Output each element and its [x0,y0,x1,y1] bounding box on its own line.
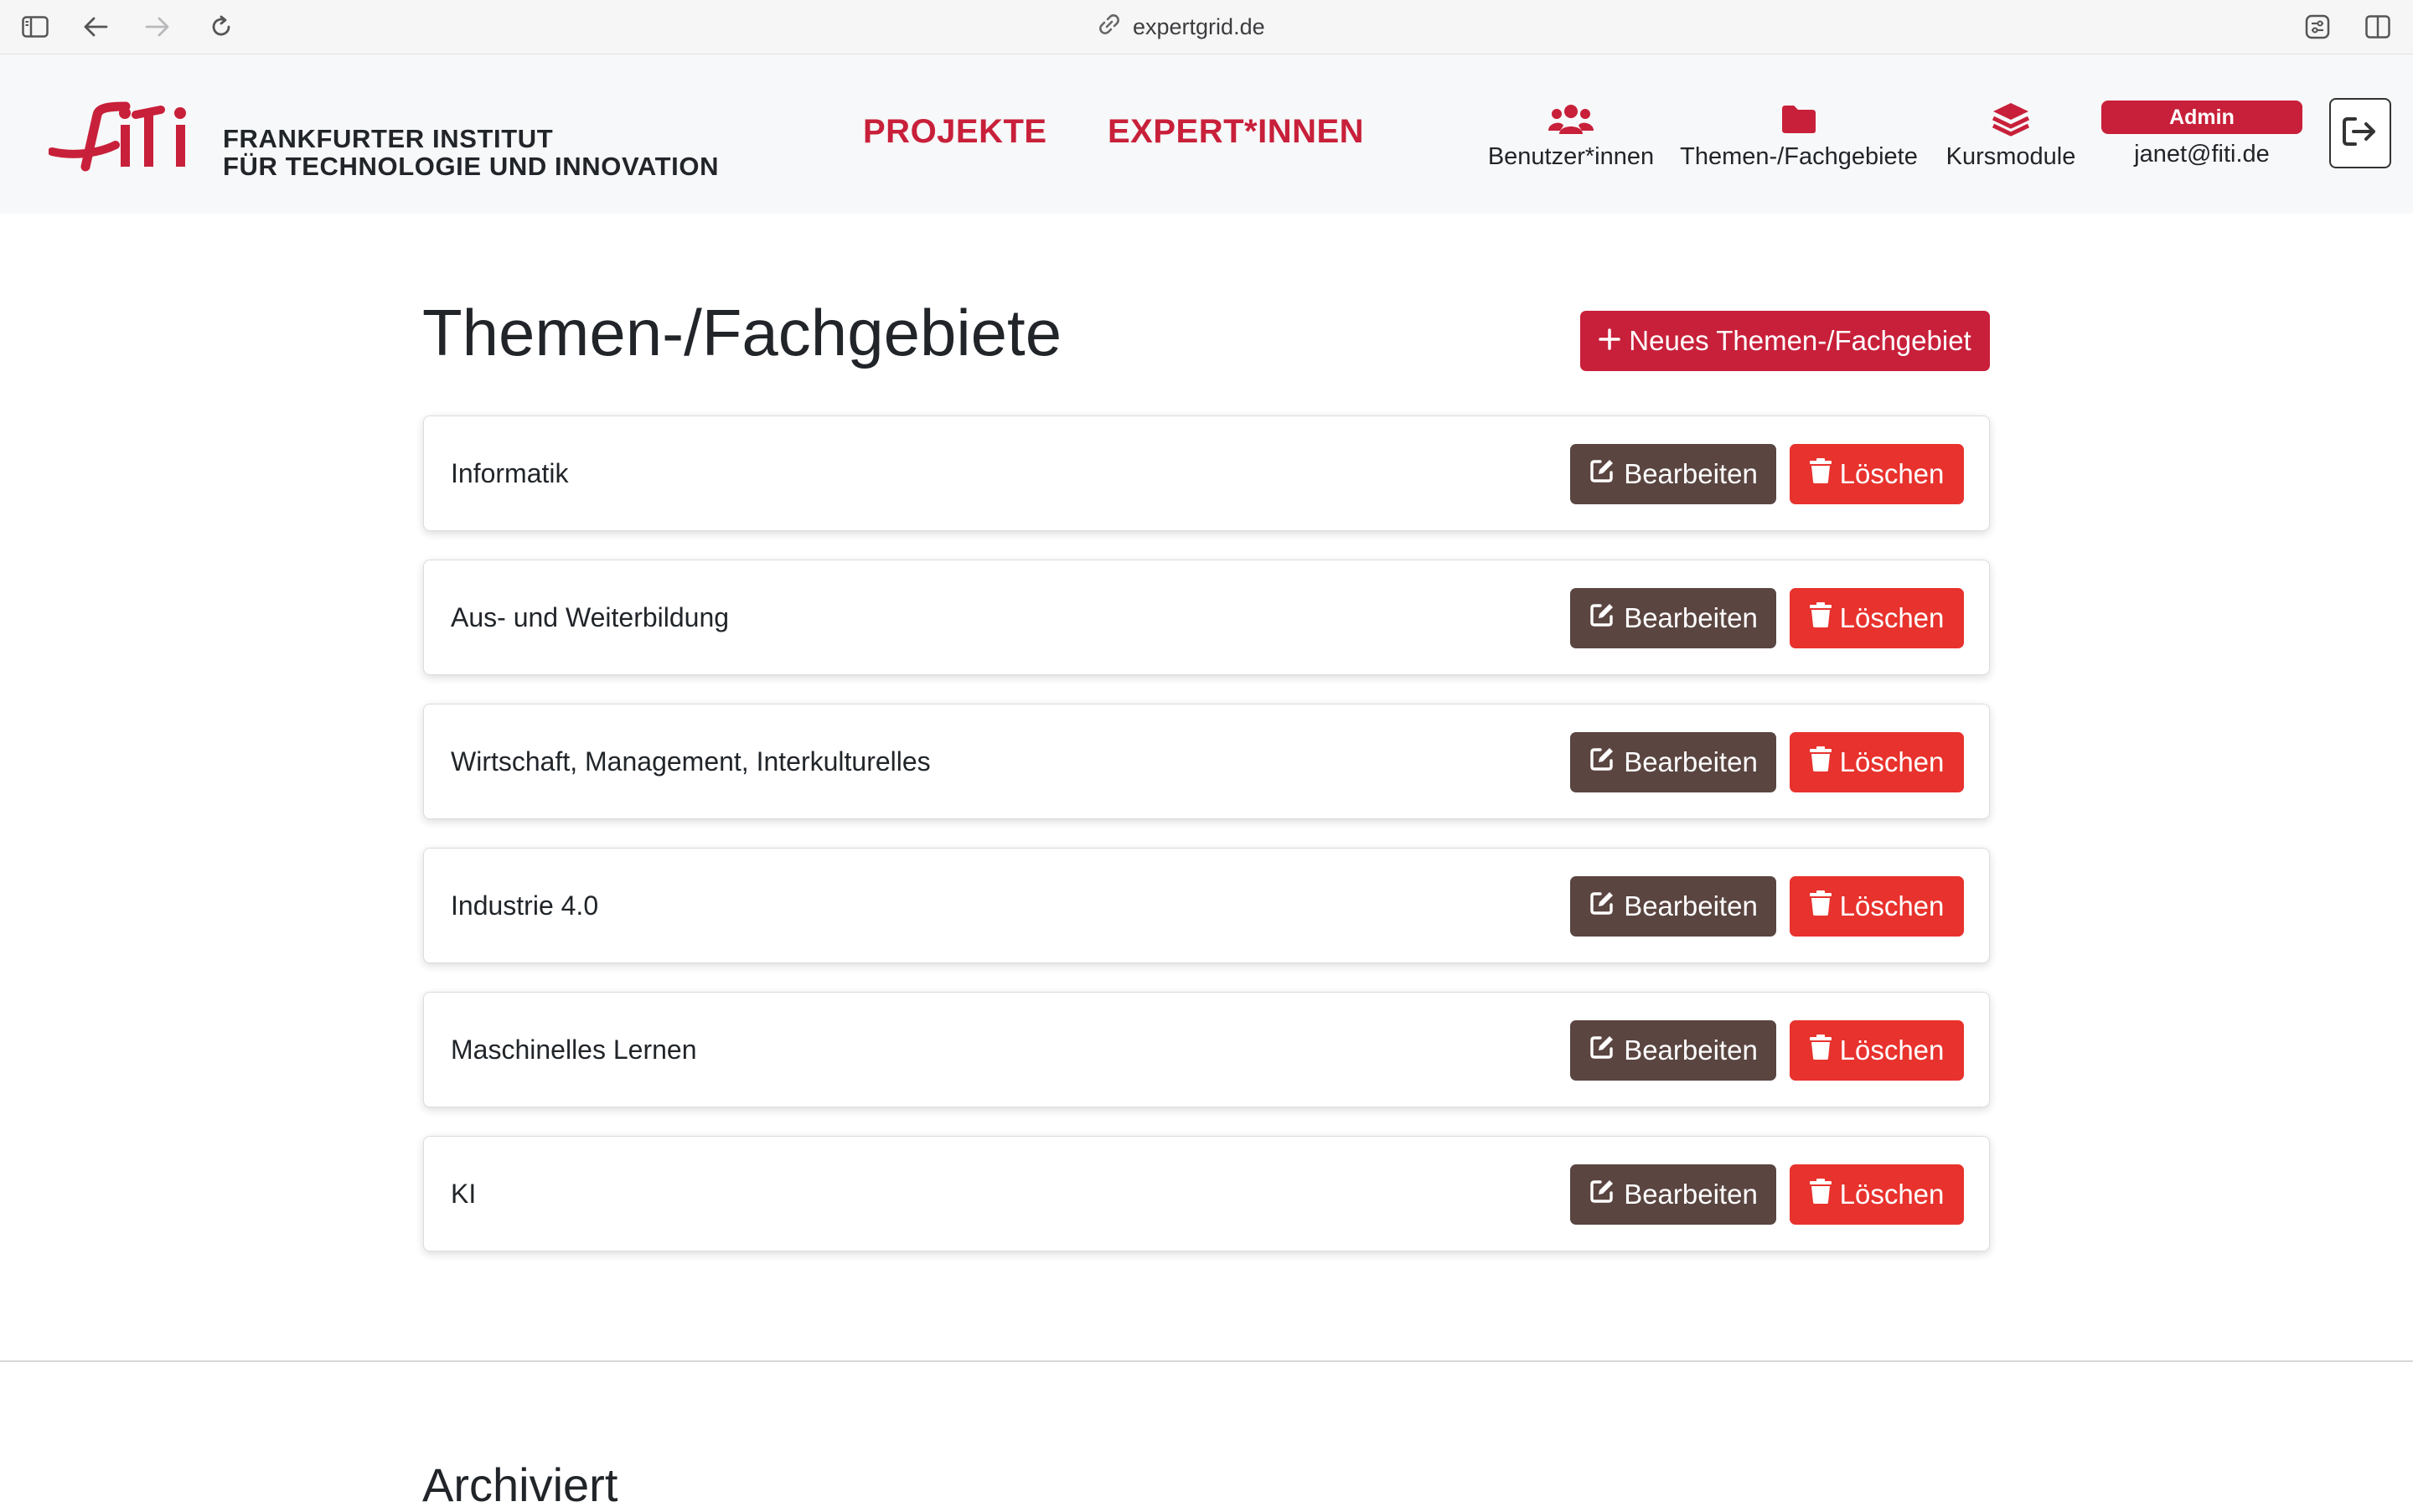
trash-icon [1809,746,1832,778]
edit-button[interactable]: Bearbeiten [1570,732,1776,792]
topic-name: Informatik [451,457,569,488]
delete-label: Löschen [1839,1179,1945,1210]
sidebar-icon[interactable] [20,12,50,42]
logo-line-1: FRANKFURTER INSTITUT [223,124,554,153]
role-badge: Admin [2101,101,2302,134]
topic-card: Wirtschaft, Management, Interkulturelles… [423,704,1990,819]
delete-button[interactable]: Löschen [1790,444,1964,504]
nav-users[interactable]: Benutzer*innen [1483,98,1659,182]
nav-modules[interactable]: Kursmodule [1935,98,2086,182]
link-icon [1098,13,1121,42]
edit-button[interactable]: Bearbeiten [1570,444,1776,504]
trash-icon [1809,890,1832,922]
nav-users-label: Benutzer*innen [1487,143,1655,170]
nav-expertinnen[interactable]: EXPERT*INNEN [1108,113,1364,151]
archived-heading: Archiviert [422,1458,618,1511]
delete-button[interactable]: Löschen [1790,1020,1964,1081]
reload-icon[interactable] [206,12,236,42]
edit-label: Bearbeiten [1624,602,1758,633]
topic-name: Wirtschaft, Management, Interkulturelles [451,746,931,777]
edit-label: Bearbeiten [1624,890,1758,921]
logo-line-2: FÜR TECHNOLOGIE UND INNOVATION [223,152,720,181]
edit-button[interactable]: Bearbeiten [1570,1020,1776,1081]
trash-icon [1809,602,1832,634]
users-icon [1548,98,1594,140]
section-divider [0,1360,2413,1362]
trash-icon [1809,458,1832,490]
nav-modules-label: Kursmodule [1945,143,2076,170]
nav-topics[interactable]: Themen-/Fachgebiete [1677,98,1920,182]
nav-topics-label: Themen-/Fachgebiete [1680,143,1918,170]
edit-button[interactable]: Bearbeiten [1570,1164,1776,1225]
new-topic-button[interactable]: Neues Themen-/Fachgebiet [1580,311,1990,371]
edit-icon [1589,890,1615,923]
page-title: Themen-/Fachgebiete [422,296,1062,369]
topic-card: Aus- und Weiterbildung Bearbeiten Löschen [423,560,1990,675]
edit-icon [1589,746,1615,779]
app-header: FRANKFURTER INSTITUT FÜR TECHNOLOGIE UND… [0,54,2413,214]
topic-card: KI Bearbeiten Löschen [423,1136,1990,1251]
edit-label: Bearbeiten [1624,746,1758,777]
topic-name: Industrie 4.0 [451,890,599,921]
delete-button[interactable]: Löschen [1790,876,1964,937]
topic-name: KI [451,1178,477,1209]
delete-label: Löschen [1839,1035,1945,1066]
delete-button[interactable]: Löschen [1790,588,1964,648]
nav-projekte[interactable]: PROJEKTE [863,113,1047,151]
topic-name: Maschinelles Lernen [451,1034,697,1065]
trash-icon [1809,1179,1832,1210]
plus-icon [1599,325,1621,357]
extension-icon[interactable] [2302,12,2333,42]
edit-label: Bearbeiten [1624,458,1758,489]
address-bar[interactable]: expertgrid.de [1098,0,1315,54]
edit-button[interactable]: Bearbeiten [1570,876,1776,937]
url-text: expertgrid.de [1133,13,1265,39]
delete-label: Löschen [1839,890,1945,921]
edit-icon [1589,601,1615,635]
edit-label: Bearbeiten [1624,1035,1758,1066]
split-view-icon[interactable] [2363,12,2393,42]
edit-button[interactable]: Bearbeiten [1570,588,1776,648]
delete-label: Löschen [1839,746,1945,777]
folder-icon [1780,98,1817,140]
browser-toolbar: expertgrid.de [0,0,2413,54]
topic-card: Industrie 4.0 Bearbeiten Löschen [423,848,1990,963]
logo-text: FRANKFURTER INSTITUT FÜR TECHNOLOGIE UND… [223,125,719,180]
edit-icon [1589,1034,1615,1067]
delete-label: Löschen [1839,602,1945,633]
new-topic-label: Neues Themen-/Fachgebiet [1629,325,1971,356]
topic-name: Aus- und Weiterbildung [451,601,730,632]
logout-icon [2342,116,2379,151]
delete-label: Löschen [1839,458,1945,489]
edit-label: Bearbeiten [1624,1179,1758,1210]
trash-icon [1809,1035,1832,1066]
edit-icon [1589,457,1615,491]
topic-card: Maschinelles Lernen Bearbeiten Löschen [423,992,1990,1107]
user-email: janet@fiti.de [2134,141,2270,168]
delete-button[interactable]: Löschen [1790,1164,1964,1225]
back-arrow-icon[interactable] [80,12,111,42]
logout-button[interactable] [2329,98,2391,168]
layers-icon [1992,98,2030,140]
topic-card: Informatik Bearbeiten Löschen [423,415,1990,531]
edit-icon [1589,1178,1615,1211]
delete-button[interactable]: Löschen [1790,732,1964,792]
forward-arrow-icon[interactable] [142,12,173,42]
